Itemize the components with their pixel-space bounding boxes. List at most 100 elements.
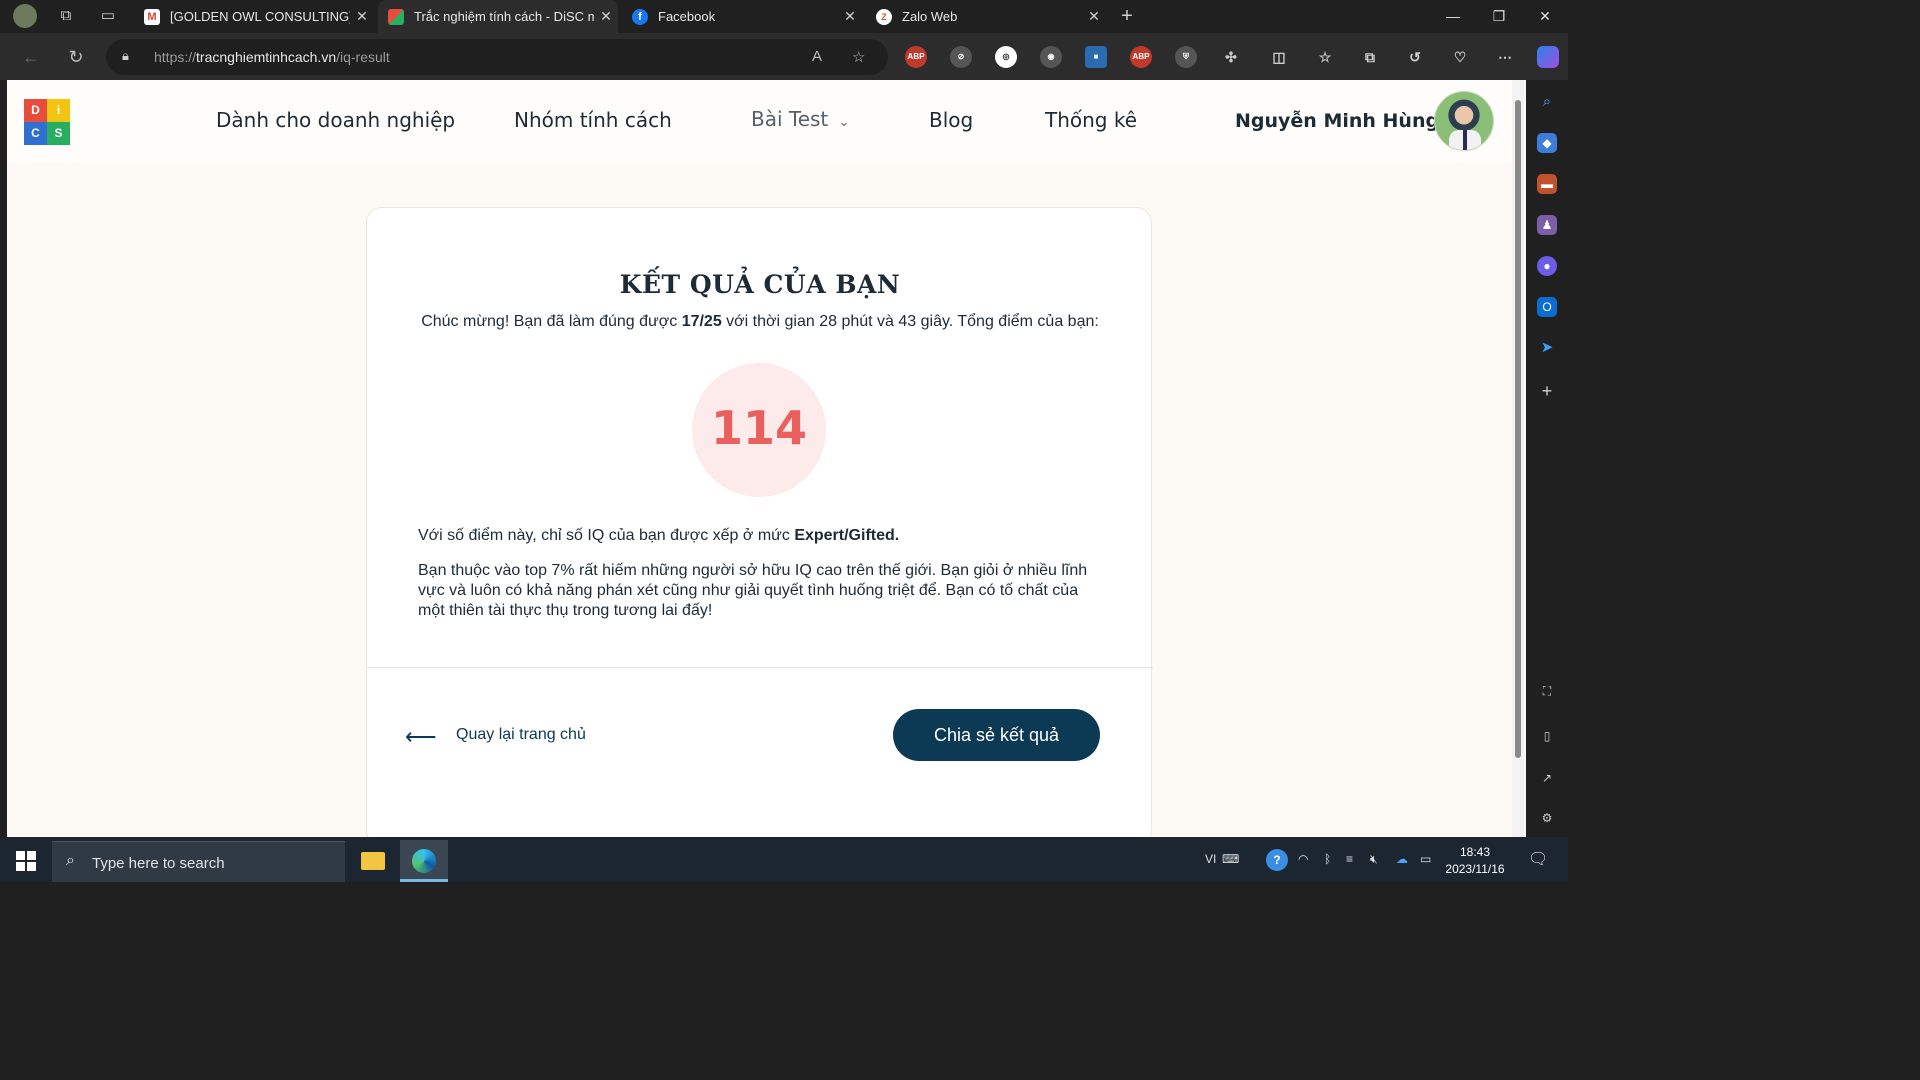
- logo-letter-d: D: [24, 99, 47, 122]
- compass-extension-icon[interactable]: ⊘: [950, 46, 972, 68]
- site-header: D i S C Dành cho doanh nghiệp Nhóm tính …: [7, 80, 1512, 162]
- more-menu-icon[interactable]: ⋯: [1494, 46, 1516, 68]
- file-explorer-icon[interactable]: [349, 840, 397, 882]
- extension-circle-icon[interactable]: ◎: [995, 46, 1017, 68]
- iq-level-text: Với số điểm này, chỉ số IQ của bạn được …: [418, 527, 900, 544]
- user-name[interactable]: Nguyễn Minh Hùng: [1235, 110, 1439, 132]
- user-avatar[interactable]: [1434, 91, 1494, 151]
- chevron-down-icon: ⌄: [838, 115, 850, 130]
- notifications-icon[interactable]: 🗨︎: [1528, 849, 1548, 869]
- edge-browser-icon[interactable]: [400, 840, 448, 882]
- iq-description: Bạn thuộc vào top 7% rất hiếm những ngườ…: [418, 562, 1088, 619]
- logo-letter-i: i: [47, 99, 70, 122]
- back-to-home-link[interactable]: Quay lại trang chủ: [456, 726, 586, 744]
- split-screen-icon[interactable]: ◫: [1268, 46, 1290, 68]
- extensions-puzzle-icon[interactable]: ✣: [1220, 46, 1242, 68]
- tab-actions-icon[interactable]: ▭: [97, 5, 119, 27]
- onedrive-icon[interactable]: ☁: [1396, 852, 1408, 866]
- extension-target-icon[interactable]: ◉: [1040, 46, 1062, 68]
- nav-tests-label: Bài Test: [751, 107, 829, 131]
- tab-facebook[interactable]: f Facebook ✕: [622, 0, 862, 33]
- volume-muted-icon[interactable]: 🔇︎: [1370, 852, 1378, 867]
- arrow-left-icon[interactable]: ⟵: [405, 724, 437, 750]
- close-icon[interactable]: ✕: [838, 8, 862, 25]
- display-icon[interactable]: ≡: [1346, 852, 1353, 866]
- zalo-icon: Z: [876, 8, 892, 25]
- help-icon[interactable]: ?: [1266, 849, 1288, 871]
- url-domain: tracnghiemtinhcach.vn: [196, 49, 337, 65]
- extension-blue-icon[interactable]: ■: [1085, 46, 1107, 68]
- nav-personality-groups[interactable]: Nhóm tính cách: [514, 108, 672, 132]
- tools-briefcase-icon[interactable]: ▬: [1537, 174, 1557, 194]
- clock-date: 2023/11/16: [1445, 862, 1505, 876]
- tab-zalo[interactable]: Z Zalo Web ✕: [866, 0, 1106, 33]
- new-tab-icon[interactable]: +: [1116, 5, 1138, 27]
- back-icon[interactable]: ←: [19, 45, 43, 69]
- taskbar-search-input[interactable]: ⌕ Type here to search: [52, 841, 345, 882]
- collections-icon[interactable]: ⧉: [1359, 46, 1381, 68]
- windows-start-icon[interactable]: [16, 851, 36, 871]
- tab-active[interactable]: Trắc nghiệm tính cách - DiSC mi ✕: [378, 0, 618, 33]
- lock-icon: 🔒︎: [122, 48, 129, 63]
- nav-blog[interactable]: Blog: [929, 108, 973, 132]
- nav-statistics[interactable]: Thống kê: [1045, 108, 1137, 132]
- logo-letter-c: C: [24, 122, 47, 145]
- adblock-plus-icon[interactable]: ABP: [905, 46, 927, 68]
- windows-taskbar: ⌕ Type here to search VI ⌨ ? ◠ ᛒ ≡ 🔇︎ ☁ …: [0, 837, 1568, 882]
- disc-logo[interactable]: D i S C: [24, 99, 70, 145]
- wifi-icon[interactable]: ◠: [1298, 852, 1308, 866]
- bluetooth-icon[interactable]: ᛒ: [1324, 852, 1331, 866]
- clock-time: 18:43: [1459, 845, 1491, 859]
- window-close-icon[interactable]: ✕: [1522, 0, 1568, 33]
- adblock-icon[interactable]: ABP: [1130, 46, 1152, 68]
- outlook-icon[interactable]: O: [1537, 297, 1557, 317]
- search-icon[interactable]: ⌕: [1537, 92, 1557, 112]
- gmail-icon: M: [144, 8, 160, 25]
- games-icon[interactable]: ♟: [1537, 215, 1557, 235]
- input-language[interactable]: VI: [1205, 852, 1216, 866]
- disc-favicon: [388, 8, 404, 25]
- logo-letter-s: S: [47, 122, 70, 145]
- shopping-tag-icon[interactable]: ◆: [1537, 133, 1557, 153]
- workspaces-icon[interactable]: ⧉: [55, 5, 77, 27]
- restore-icon[interactable]: ❐: [1476, 0, 1522, 33]
- result-summary: Chúc mừng! Bạn đã làm đúng được 17/25 vớ…: [421, 313, 1099, 330]
- url-path: /iq-result: [336, 49, 390, 65]
- shield-icon[interactable]: ⛨: [1175, 46, 1197, 68]
- refresh-icon[interactable]: ↻: [64, 45, 88, 69]
- minimize-icon[interactable]: —: [1430, 0, 1476, 33]
- address-bar[interactable]: 🔒︎ https://tracnghiemtinhcach.vn/iq-resu…: [106, 39, 888, 75]
- profile-avatar-icon[interactable]: [13, 4, 37, 28]
- close-icon[interactable]: ✕: [594, 8, 618, 25]
- scrollbar-thumb[interactable]: [1515, 100, 1521, 758]
- microsoft-365-icon[interactable]: ●: [1537, 256, 1557, 276]
- facebook-icon: f: [632, 8, 648, 25]
- nav-tests[interactable]: Bài Test ⌄: [751, 107, 850, 131]
- history-icon[interactable]: ↺: [1404, 46, 1426, 68]
- score-badge: 114: [692, 363, 826, 497]
- browser-toolbar: ← ↻ 🔒︎ https://tracnghiemtinhcach.vn/iq-…: [0, 33, 1568, 80]
- result-card: KẾT QUẢ CỦA BẠN Chúc mừng! Bạn đã làm đú…: [366, 207, 1153, 837]
- favorite-star-icon[interactable]: ☆: [852, 48, 865, 66]
- copilot-icon[interactable]: [1537, 46, 1559, 68]
- keyboard-icon[interactable]: ⌨: [1222, 852, 1239, 866]
- tab-gmail[interactable]: M [GOLDEN OWL CONSULTING] - A ✕: [134, 0, 374, 33]
- page-title: KẾT QUẢ CỦA BẠN: [619, 270, 901, 299]
- edge-sidebar: ⌕ ◆ ▬ ♟ ● O ➤ + ⛶ ▯ ↗ ⚙: [1526, 80, 1568, 837]
- system-clock[interactable]: 18:43 2023/11/16: [1440, 844, 1510, 878]
- send-icon[interactable]: ➤: [1537, 338, 1557, 358]
- screenshot-icon[interactable]: ⛶: [1537, 681, 1557, 701]
- divider: [367, 667, 1153, 668]
- sidebar-toggle-icon[interactable]: ▯: [1537, 726, 1557, 746]
- close-icon[interactable]: ✕: [350, 8, 374, 25]
- open-external-icon[interactable]: ↗: [1537, 768, 1557, 788]
- share-result-button[interactable]: Chia sẻ kết quả: [893, 709, 1100, 761]
- add-icon[interactable]: +: [1537, 381, 1557, 401]
- nav-enterprise[interactable]: Dành cho doanh nghiệp: [216, 108, 455, 132]
- favorites-icon[interactable]: ☆: [1314, 46, 1336, 68]
- browser-essentials-icon[interactable]: ♡: [1449, 46, 1471, 68]
- close-icon[interactable]: ✕: [1082, 8, 1106, 25]
- settings-gear-icon[interactable]: ⚙: [1537, 808, 1557, 828]
- read-aloud-icon[interactable]: A: [812, 48, 822, 65]
- battery-icon[interactable]: ▭: [1420, 852, 1431, 866]
